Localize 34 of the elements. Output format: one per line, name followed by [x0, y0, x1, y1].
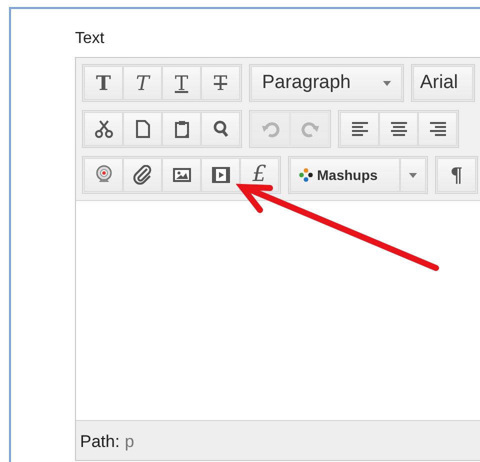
image-button[interactable]	[162, 158, 201, 192]
path-link[interactable]: p	[124, 429, 134, 452]
attach-button[interactable]	[123, 158, 162, 192]
align-left-button[interactable]	[340, 112, 379, 146]
paperclip-icon	[132, 165, 152, 185]
underline-button[interactable]: T	[162, 66, 201, 100]
dropdown-toggle[interactable]	[400, 158, 426, 192]
align-center-icon	[388, 119, 408, 139]
video-button[interactable]	[201, 158, 240, 192]
align-center-button[interactable]	[379, 112, 418, 146]
webcam-button[interactable]	[84, 158, 123, 192]
italic-button[interactable]: T	[123, 66, 162, 100]
cut-button[interactable]	[84, 112, 123, 146]
scissors-icon	[94, 119, 114, 139]
align-right-button[interactable]	[418, 112, 457, 146]
mashups-button[interactable]: Mashups	[290, 158, 400, 192]
dropdown[interactable]: Paragraph	[251, 66, 402, 100]
align-left-icon	[350, 119, 370, 139]
align-right-icon	[428, 119, 448, 139]
mashups-icon	[299, 168, 313, 182]
copy-button[interactable]	[123, 112, 162, 146]
path-label: Path:	[80, 431, 120, 452]
bold-button[interactable]: T	[84, 66, 123, 100]
find-button[interactable]	[201, 112, 240, 146]
caret-icon	[383, 80, 391, 86]
paste-button[interactable]	[162, 112, 201, 146]
caret-icon	[409, 172, 417, 178]
field-label: Text	[75, 29, 106, 49]
dropdown[interactable]: Arial	[413, 66, 473, 100]
strikethrough-button[interactable]: T	[201, 66, 240, 100]
image-icon	[172, 165, 192, 185]
webcam-icon	[94, 165, 114, 185]
film-icon	[210, 165, 230, 185]
pilcrow-button[interactable]: ¶	[437, 158, 476, 192]
